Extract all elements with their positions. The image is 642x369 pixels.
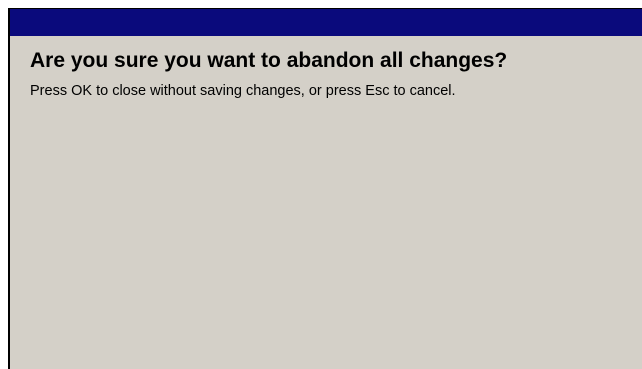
title-bar[interactable] [10, 9, 642, 36]
dialog-heading: Are you sure you want to abandon all cha… [30, 49, 508, 72]
dialog-message: Press OK to close without saving changes… [30, 83, 456, 99]
confirm-dialog: Are you sure you want to abandon all cha… [8, 8, 642, 369]
dialog-content: Are you sure you want to abandon all cha… [10, 36, 642, 100]
